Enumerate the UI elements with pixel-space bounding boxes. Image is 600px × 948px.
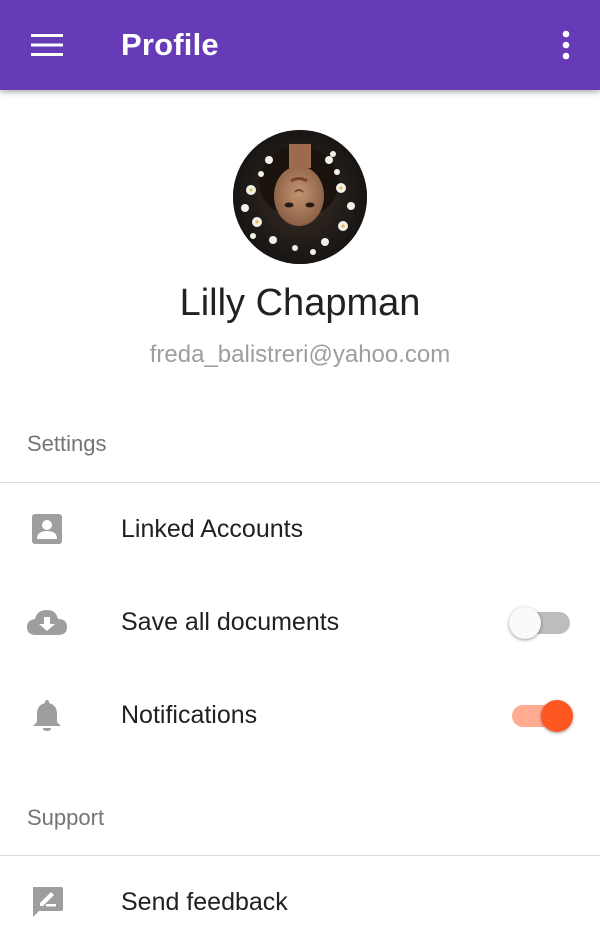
linked-accounts-label: Linked Accounts bbox=[121, 515, 304, 543]
save-documents-toggle[interactable] bbox=[509, 606, 573, 639]
cloud-download-icon bbox=[27, 610, 67, 635]
profile-email: freda_balistreri@yahoo.com bbox=[149, 341, 451, 368]
notifications-label: Notifications bbox=[121, 701, 258, 729]
feedback-icon bbox=[33, 887, 63, 917]
send-feedback-item[interactable]: Send feedback bbox=[0, 856, 600, 948]
app-bar: Profile bbox=[0, 0, 600, 90]
profile-name: Lilly Chapman bbox=[179, 282, 421, 324]
save-documents-label: Save all documents bbox=[121, 608, 340, 636]
avatar[interactable] bbox=[233, 130, 367, 264]
menu-icon bbox=[31, 34, 63, 56]
avatar-photo bbox=[233, 130, 367, 264]
send-feedback-label: Send feedback bbox=[121, 888, 288, 916]
notifications-item[interactable]: Notifications bbox=[0, 669, 600, 761]
save-documents-item[interactable]: Save all documents bbox=[0, 576, 600, 668]
more-vert-icon bbox=[562, 30, 570, 60]
settings-header: Settings bbox=[27, 431, 107, 456]
notifications-toggle[interactable] bbox=[509, 699, 573, 732]
support-header: Support bbox=[27, 805, 105, 830]
page-title: Profile bbox=[121, 27, 219, 62]
more-options-button[interactable] bbox=[546, 22, 586, 68]
linked-accounts-item[interactable]: Linked Accounts bbox=[0, 483, 600, 575]
menu-button[interactable] bbox=[19, 22, 75, 68]
account-box-icon bbox=[32, 514, 62, 544]
bell-icon bbox=[33, 700, 61, 731]
